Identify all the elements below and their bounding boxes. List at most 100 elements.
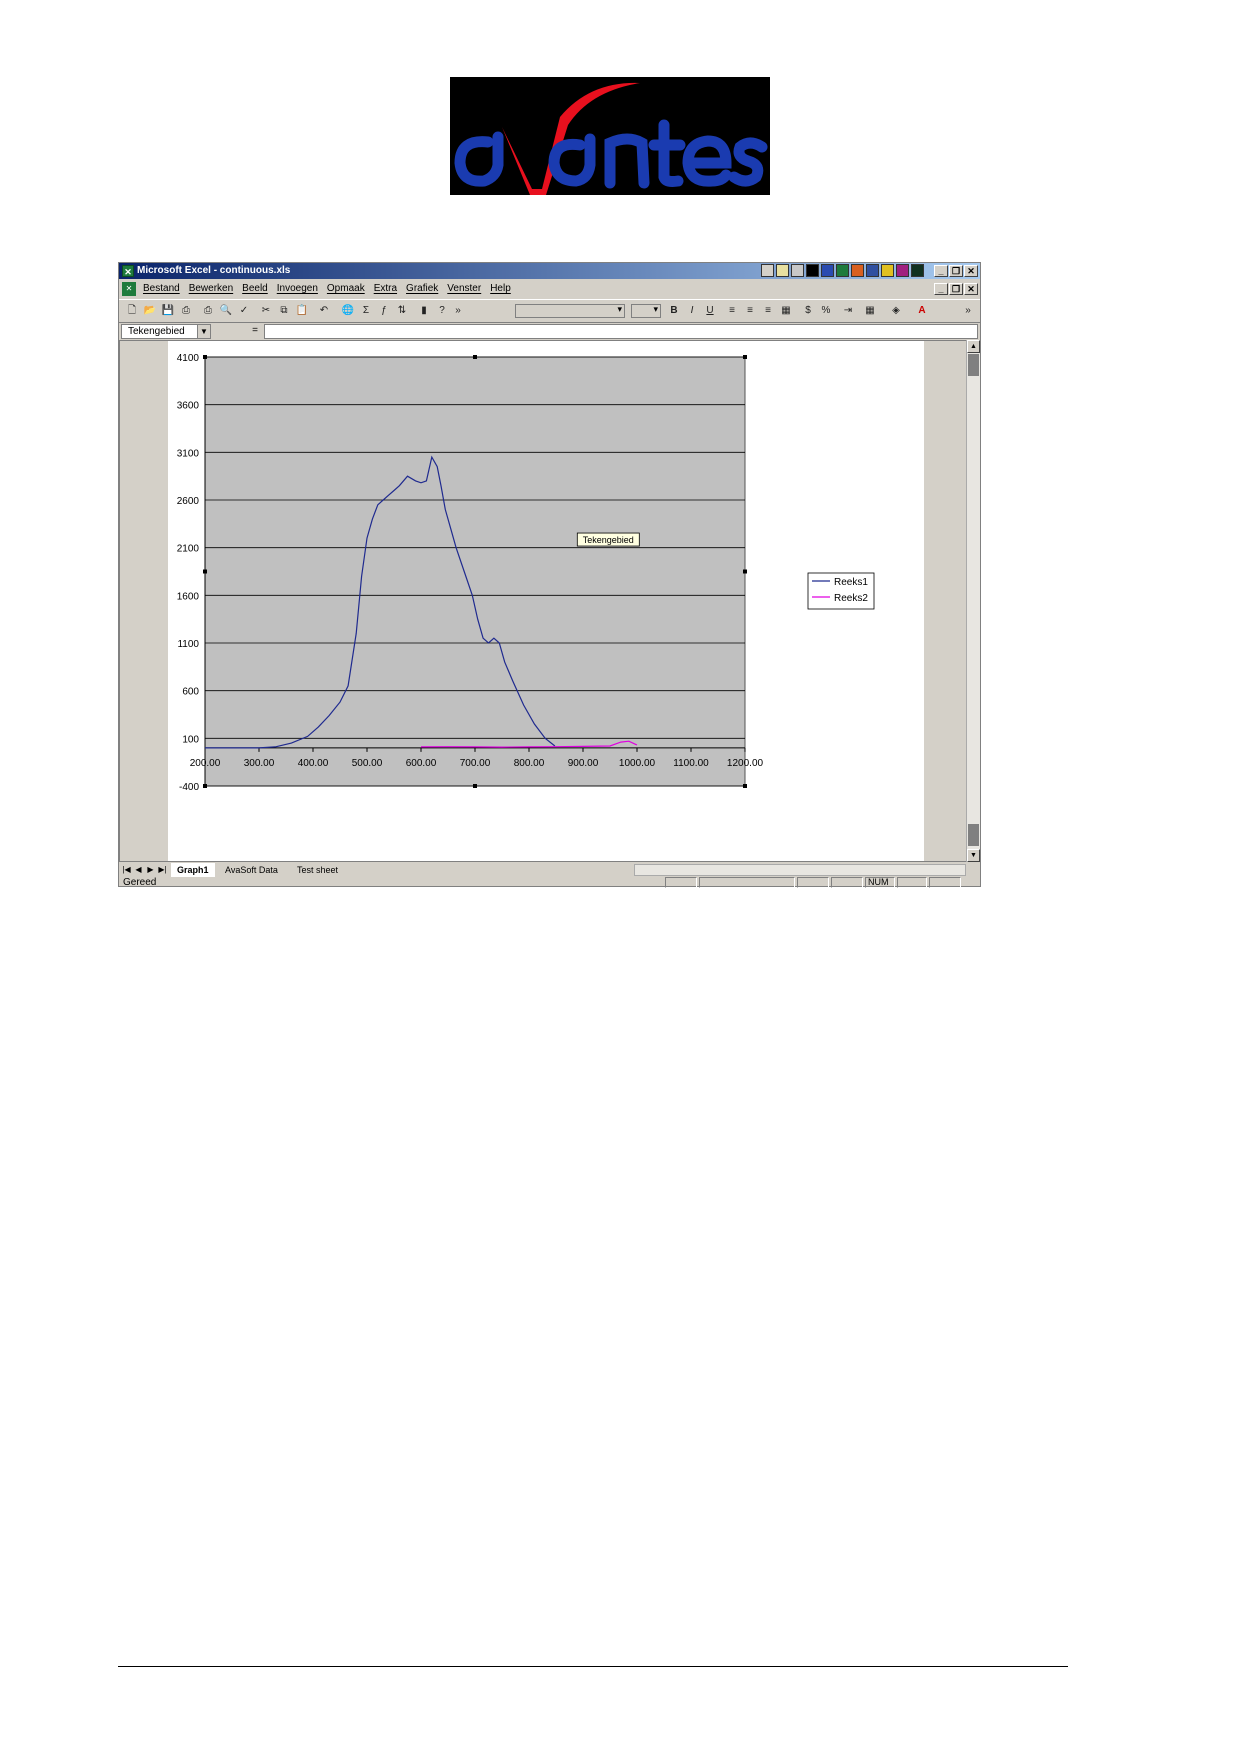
- restore-icon[interactable]: ❐: [949, 265, 963, 277]
- close-icon[interactable]: ✕: [964, 265, 978, 277]
- hyperlink-icon[interactable]: 🌐: [341, 304, 355, 318]
- chart-wizard-icon[interactable]: ▮: [417, 304, 431, 318]
- paste-icon[interactable]: 📋: [295, 304, 309, 318]
- selection-handle: [203, 784, 207, 788]
- scroll-down-icon[interactable]: ▼: [967, 849, 980, 862]
- borders-icon[interactable]: ▦: [863, 304, 877, 318]
- scroll-up-icon[interactable]: ▲: [967, 340, 980, 353]
- merge-center-icon[interactable]: ▦: [779, 304, 793, 318]
- print-preview-icon[interactable]: ⎙: [179, 304, 193, 318]
- selection-handle: [743, 355, 747, 359]
- menu-bar: ✕ Bestand Bewerken Beeld Invoegen Opmaak…: [119, 280, 980, 298]
- prev-sheet-icon[interactable]: ◀: [133, 864, 144, 876]
- minimize-icon[interactable]: _: [934, 265, 948, 277]
- document-icon[interactable]: ✕: [122, 282, 136, 296]
- font-color-icon[interactable]: A: [915, 304, 929, 318]
- function-icon[interactable]: ƒ: [377, 304, 391, 318]
- underline-icon[interactable]: U: [703, 304, 717, 318]
- window-controls: _ ❐ ✕: [934, 265, 978, 277]
- cut-icon[interactable]: ✂: [259, 304, 273, 318]
- name-box[interactable]: Tekengebied ▼: [121, 324, 211, 339]
- selection-handle: [743, 784, 747, 788]
- menu-opmaak[interactable]: Opmaak: [327, 280, 365, 298]
- selection-handle: [203, 569, 207, 574]
- preview-icon[interactable]: 🔍: [219, 304, 233, 318]
- doc-close-icon[interactable]: ✕: [964, 283, 978, 295]
- align-right-icon[interactable]: ≡: [761, 304, 775, 318]
- word-icon[interactable]: [821, 264, 834, 277]
- y-tick-label: 3600: [177, 401, 200, 412]
- menu-invoegen[interactable]: Invoegen: [277, 280, 318, 298]
- status-text: Gereed: [123, 877, 157, 888]
- legend-label: Reeks1: [834, 577, 868, 588]
- app-icon-8[interactable]: [866, 264, 879, 277]
- bold-icon[interactable]: B: [667, 304, 681, 318]
- scroll-thumb[interactable]: [968, 354, 979, 376]
- selection-handle: [743, 569, 747, 574]
- x-tick-label: 800.00: [514, 758, 545, 769]
- currency-icon[interactable]: $: [801, 304, 815, 318]
- menu-venster[interactable]: Venster: [447, 280, 481, 298]
- plot-area[interactable]: [204, 356, 746, 787]
- undo-icon[interactable]: ↶: [317, 304, 331, 318]
- more-buttons-icon[interactable]: »: [451, 304, 465, 318]
- horizontal-scrollbar[interactable]: [634, 864, 966, 876]
- status-bar: Gereed NUM: [119, 877, 980, 888]
- open-icon[interactable]: 📂: [143, 304, 157, 318]
- app-icon-4[interactable]: [806, 264, 819, 277]
- next-sheet-icon[interactable]: ▶: [145, 864, 156, 876]
- app-icon-10[interactable]: [896, 264, 909, 277]
- menu-bewerken[interactable]: Bewerken: [189, 280, 233, 298]
- last-sheet-icon[interactable]: ▶|: [157, 864, 168, 876]
- equals-button[interactable]: =: [249, 324, 261, 338]
- menu-bestand[interactable]: Bestand: [143, 280, 180, 298]
- tab-test-sheet[interactable]: Test sheet: [291, 863, 344, 877]
- name-box-value: Tekengebied: [128, 326, 185, 337]
- scroll-thumb-bottom[interactable]: [968, 824, 979, 846]
- app-icon-11[interactable]: [911, 264, 924, 277]
- app-icon-2[interactable]: [776, 264, 789, 277]
- tab-avasoft-data[interactable]: AvaSoft Data: [219, 863, 284, 877]
- autosum-icon[interactable]: Σ: [359, 304, 373, 318]
- name-box-dropdown-icon[interactable]: ▼: [197, 325, 210, 338]
- chart[interactable]: 4100 3600 3100 2600 2100 1600 1100 600 100 -400 20…: [168, 341, 924, 861]
- doc-restore-icon[interactable]: ❐: [949, 283, 963, 295]
- menu-grafiek[interactable]: Grafiek: [406, 280, 438, 298]
- first-sheet-icon[interactable]: |◀: [121, 864, 132, 876]
- font-select[interactable]: [515, 304, 625, 318]
- sort-icon[interactable]: ⇅: [395, 304, 409, 318]
- percent-icon[interactable]: %: [819, 304, 833, 318]
- italic-icon[interactable]: I: [685, 304, 699, 318]
- x-tick-label: 900.00: [568, 758, 599, 769]
- vertical-scrollbar[interactable]: ▲ ▼: [966, 340, 980, 862]
- app-icon-1[interactable]: [761, 264, 774, 277]
- doc-minimize-icon[interactable]: _: [934, 283, 948, 295]
- align-left-icon[interactable]: ≡: [725, 304, 739, 318]
- formula-input[interactable]: [264, 324, 978, 339]
- new-icon[interactable]: 🗋: [125, 304, 139, 318]
- copy-icon[interactable]: ⧉: [277, 304, 291, 318]
- menu-beeld[interactable]: Beeld: [242, 280, 268, 298]
- powerpoint-icon[interactable]: [851, 264, 864, 277]
- taskbar-app-icons: [761, 264, 924, 278]
- tab-graph1[interactable]: Graph1: [171, 863, 215, 877]
- sheet-tabs: |◀ ◀ ▶ ▶| Graph1 AvaSoft Data Test sheet: [119, 863, 980, 877]
- menu-help[interactable]: Help: [490, 280, 511, 298]
- help-icon[interactable]: ?: [435, 304, 449, 318]
- spelling-icon[interactable]: ✓: [237, 304, 251, 318]
- align-center-icon[interactable]: ≡: [743, 304, 757, 318]
- x-tick-label: 400.00: [298, 758, 329, 769]
- font-size-select[interactable]: [631, 304, 661, 318]
- save-icon[interactable]: 💾: [161, 304, 175, 318]
- toolbar-options-icon[interactable]: »: [961, 304, 975, 318]
- excel-app-icon[interactable]: ✕: [122, 265, 134, 277]
- print-icon[interactable]: ⎙: [201, 304, 215, 318]
- window-title: Microsoft Excel - continuous.xls: [137, 265, 291, 276]
- excel-icon[interactable]: [836, 264, 849, 277]
- menu-extra[interactable]: Extra: [374, 280, 397, 298]
- app-icon-3[interactable]: [791, 264, 804, 277]
- num-lock-indicator: NUM: [865, 877, 895, 888]
- indent-icon[interactable]: ⇥: [841, 304, 855, 318]
- app-icon-9[interactable]: [881, 264, 894, 277]
- fill-color-icon[interactable]: ◈: [889, 304, 903, 318]
